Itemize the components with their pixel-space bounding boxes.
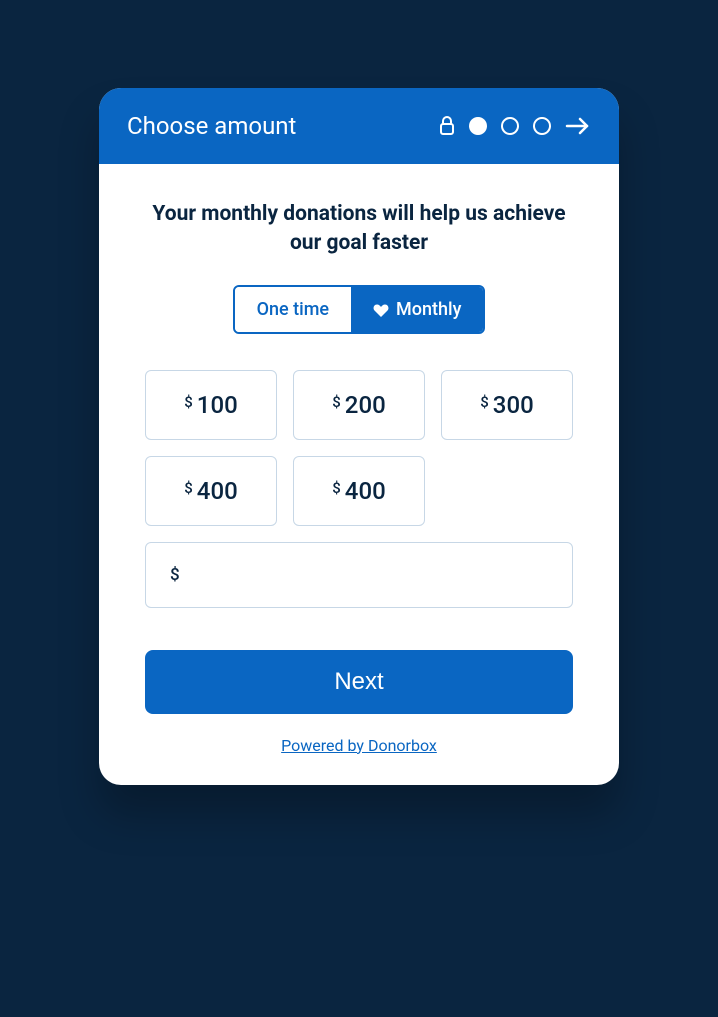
next-button[interactable]: Next [145, 650, 573, 714]
card-header: Choose amount [99, 88, 619, 164]
frequency-monthly-button[interactable]: Monthly [351, 287, 483, 332]
headline: Your monthly donations will help us achi… [139, 200, 579, 259]
amount-value: 400 [197, 477, 238, 505]
header-title: Choose amount [127, 112, 296, 140]
currency-symbol: $ [170, 565, 180, 585]
custom-amount-row: $ [139, 542, 579, 608]
amount-value: 100 [197, 391, 238, 419]
frequency-monthly-label: Monthly [396, 299, 461, 320]
powered-by-link[interactable]: Powered by Donorbox [139, 736, 579, 755]
custom-amount-input[interactable]: $ [145, 542, 573, 608]
frequency-onetime-button[interactable]: One time [235, 287, 351, 332]
donation-card: Choose amount Your monthly donations wil… [99, 88, 619, 785]
amount-value: 400 [345, 477, 386, 505]
amount-option[interactable]: $ 200 [293, 370, 425, 440]
step-indicator-2 [501, 117, 519, 135]
amount-value: 200 [345, 391, 386, 419]
amount-option[interactable]: $ 400 [293, 456, 425, 526]
frequency-onetime-label: One time [257, 299, 329, 320]
frequency-toggle: One time Monthly [233, 285, 486, 334]
lock-icon [439, 116, 455, 136]
amount-option[interactable]: $ 400 [145, 456, 277, 526]
step-indicator-3 [533, 117, 551, 135]
arrow-right-icon [565, 116, 591, 136]
header-icons [439, 116, 591, 136]
amount-grid: $ 100 $ 200 $ 300 $ 400 $ 400 [139, 370, 579, 526]
card-body: Your monthly donations will help us achi… [99, 164, 619, 785]
step-indicator-1 [469, 117, 487, 135]
currency-symbol: $ [332, 393, 341, 411]
amount-option[interactable]: $ 100 [145, 370, 277, 440]
amount-option[interactable]: $ 300 [441, 370, 573, 440]
amount-value: 300 [493, 391, 534, 419]
heart-icon [373, 302, 389, 316]
currency-symbol: $ [480, 393, 489, 411]
currency-symbol: $ [184, 479, 193, 497]
currency-symbol: $ [184, 393, 193, 411]
currency-symbol: $ [332, 479, 341, 497]
